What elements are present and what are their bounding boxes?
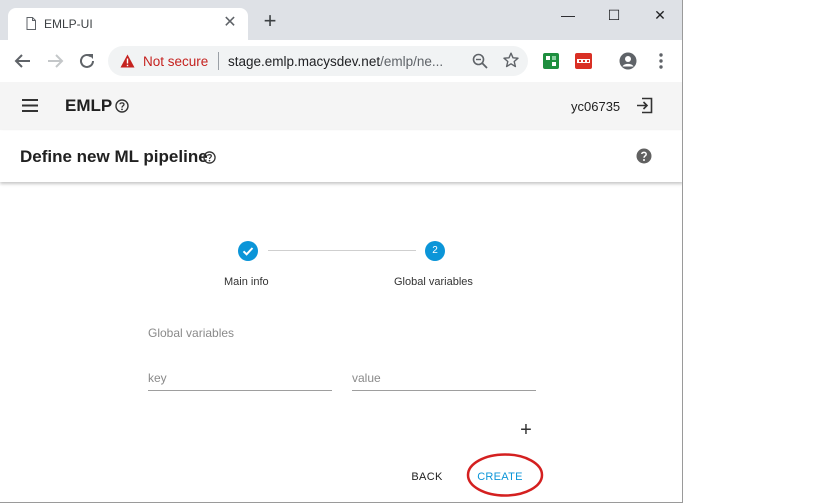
- warning-icon: [120, 54, 135, 68]
- browser-toolbar: Not secure stage.emlp.macysdev.net/emlp/…: [0, 40, 682, 83]
- step-2-label[interactable]: Global variables: [394, 276, 473, 288]
- step-1-label[interactable]: Main info: [224, 276, 269, 288]
- step-1-circle[interactable]: [238, 241, 258, 261]
- tab-title: EMLP-UI: [44, 17, 93, 31]
- app-title: EMLP: [65, 96, 113, 115]
- profile-avatar-icon[interactable]: [619, 52, 637, 70]
- more-vert-icon[interactable]: [655, 52, 667, 70]
- value-placeholder: value: [352, 371, 381, 385]
- browser-tab[interactable]: EMLP-UI ✕: [8, 8, 248, 40]
- address-bar[interactable]: Not secure stage.emlp.macysdev.net/emlp/…: [108, 46, 528, 76]
- tab-strip: EMLP-UI ✕ + — ☐ ✕: [0, 0, 682, 40]
- key-placeholder: key: [148, 371, 167, 385]
- hamburger-menu-icon[interactable]: [22, 99, 38, 112]
- page-icon: [26, 17, 36, 30]
- security-status[interactable]: Not secure: [143, 54, 208, 69]
- add-variable-button[interactable]: +: [517, 420, 535, 440]
- check-icon: [242, 247, 254, 256]
- section-label: Global variables: [148, 326, 235, 340]
- url-host: stage.emlp.macysdev.net: [228, 54, 381, 69]
- annotation-circle: [466, 453, 544, 497]
- maximize-button[interactable]: ☐: [591, 0, 637, 30]
- omnibox-divider: [218, 52, 219, 70]
- app-bar: EMLP yc06735: [0, 82, 682, 130]
- back-button[interactable]: BACK: [404, 471, 450, 489]
- logout-icon[interactable]: [636, 97, 653, 114]
- value-field[interactable]: value: [352, 366, 536, 391]
- url-text[interactable]: stage.emlp.macysdev.net/emlp/ne...: [228, 54, 443, 69]
- extension-green-icon[interactable]: [543, 53, 559, 69]
- username: yc06735: [571, 99, 621, 114]
- reload-icon[interactable]: [77, 51, 97, 71]
- url-path: /emlp/ne...: [380, 54, 444, 69]
- minimize-button[interactable]: —: [545, 0, 591, 30]
- help-circle-icon[interactable]: [636, 148, 652, 164]
- browser-window: EMLP-UI ✕ + — ☐ ✕ Not secure stage.emlp.…: [0, 0, 683, 503]
- new-tab-button[interactable]: +: [260, 10, 280, 32]
- extension-red-icon[interactable]: [575, 53, 592, 69]
- close-window-button[interactable]: ✕: [637, 0, 682, 30]
- key-field[interactable]: key: [148, 366, 332, 391]
- help-icon[interactable]: [115, 99, 129, 113]
- back-arrow-icon[interactable]: [13, 51, 33, 71]
- step-2-circle[interactable]: 2: [425, 241, 445, 261]
- bookmark-star-icon[interactable]: [503, 52, 519, 68]
- zoom-icon[interactable]: [472, 53, 488, 69]
- title-help-icon[interactable]: [203, 151, 216, 164]
- tab-close-icon[interactable]: ✕: [220, 13, 240, 33]
- page-header: Define new ML pipeline: [0, 131, 682, 182]
- page-title: Define new ML pipeline: [20, 147, 208, 166]
- forward-arrow-icon[interactable]: [45, 51, 65, 71]
- stepper-connector: [268, 250, 416, 251]
